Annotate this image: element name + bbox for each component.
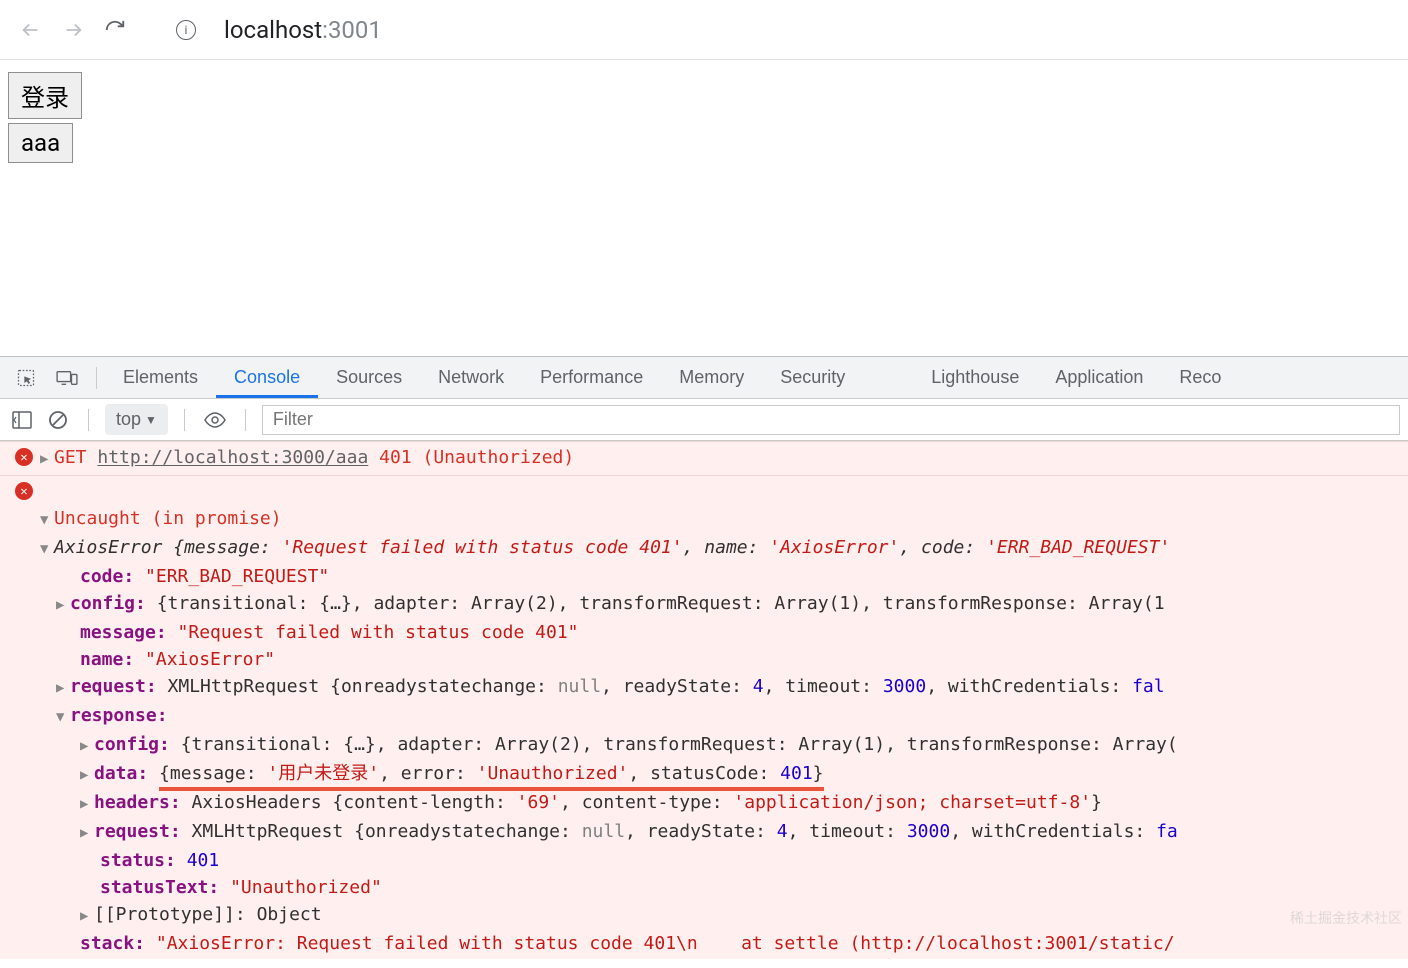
live-expression-icon[interactable] xyxy=(201,406,229,434)
http-method: GET xyxy=(54,447,87,468)
http-url[interactable]: http://localhost:3000/aaa xyxy=(97,447,368,468)
expand-icon[interactable]: ▶ xyxy=(80,733,92,760)
expand-icon[interactable]: ▶ xyxy=(80,791,92,818)
prop-key: message: xyxy=(80,622,167,643)
inspect-icon[interactable] xyxy=(6,368,46,388)
filter-input[interactable] xyxy=(262,405,1400,435)
aaa-button[interactable]: aaa xyxy=(8,123,73,163)
prop-value: AxiosHeaders {content-length: '69', cont… xyxy=(192,792,1102,813)
console-output: ✕ ▶GET http://localhost:3000/aaa 401 (Un… xyxy=(0,441,1408,968)
prop-key: status: xyxy=(100,850,176,871)
devtools-tabs: Elements Console Sources Network Perform… xyxy=(0,357,1408,399)
tab-performance[interactable]: Performance xyxy=(522,357,661,398)
tab-console[interactable]: Console xyxy=(216,357,318,398)
prop-key: code: xyxy=(80,566,134,587)
prop-value: {transitional: {…}, adapter: Array(2), t… xyxy=(157,593,1165,614)
prop-value: "Request failed with status code 401" xyxy=(178,622,579,643)
prop-value: XMLHttpRequest {onreadystatechange: null… xyxy=(168,676,1165,697)
prop-key: config: xyxy=(70,593,146,614)
prop-value: Object xyxy=(257,904,322,925)
prop-value: "Unauthorized" xyxy=(230,877,382,898)
tab-network[interactable]: Network xyxy=(420,357,522,398)
tab-application[interactable]: Application xyxy=(1037,357,1161,398)
prop-value: XMLHttpRequest {onreadystatechange: null… xyxy=(192,821,1178,842)
tab-sources[interactable]: Sources xyxy=(318,357,420,398)
prop-value: {transitional: {…}, adapter: Array(2), t… xyxy=(181,734,1178,755)
reload-button[interactable] xyxy=(104,19,126,41)
collapse-icon[interactable]: ▼ xyxy=(40,507,52,534)
url-host: localhost xyxy=(224,16,322,44)
sidebar-toggle-icon[interactable] xyxy=(8,406,36,434)
tab-memory[interactable]: Memory xyxy=(661,357,762,398)
tab-recorder[interactable]: Reco xyxy=(1161,357,1239,398)
browser-toolbar: i localhost:3001 xyxy=(0,0,1408,60)
clear-console-icon[interactable] xyxy=(44,406,72,434)
error-icon: ✕ xyxy=(15,482,33,500)
axios-error-summary: AxiosError {message: 'Request failed wit… xyxy=(54,537,1170,558)
separator xyxy=(96,367,97,389)
prop-key: data: xyxy=(94,763,148,784)
console-toolbar: top ▼ xyxy=(0,399,1408,441)
prop-key: config: xyxy=(94,734,170,755)
context-selector[interactable]: top ▼ xyxy=(105,404,168,435)
prop-key: statusText: xyxy=(100,877,219,898)
url-port: :3001 xyxy=(322,16,382,44)
collapse-icon[interactable]: ▼ xyxy=(40,536,52,563)
address-bar[interactable]: localhost:3001 xyxy=(224,16,382,44)
expand-icon[interactable]: ▶ xyxy=(56,675,68,702)
tab-security[interactable]: Security xyxy=(762,357,863,398)
watermark: 稀土掘金技术社区 xyxy=(1290,908,1402,928)
prop-key: stack: xyxy=(80,933,145,954)
console-error-row[interactable]: ✕ ▼Uncaught (in promise) ▼AxiosError {me… xyxy=(0,475,1408,959)
separator xyxy=(88,409,89,431)
device-toggle-icon[interactable] xyxy=(46,369,88,387)
prop-value: 401 xyxy=(187,850,220,871)
login-button[interactable]: 登录 xyxy=(8,72,82,119)
error-icon: ✕ xyxy=(15,448,33,466)
expand-icon[interactable]: ▶ xyxy=(80,903,92,930)
expand-icon[interactable]: ▶ xyxy=(80,820,92,847)
page-content: 登录 aaa xyxy=(0,60,1408,179)
prop-key: headers: xyxy=(94,792,181,813)
prop-key: response: xyxy=(70,705,168,726)
prop-value: "AxiosError" xyxy=(145,649,275,670)
separator xyxy=(245,409,246,431)
tab-lighthouse[interactable]: Lighthouse xyxy=(913,357,1037,398)
devtools-panel: Elements Console Sources Network Perform… xyxy=(0,356,1408,968)
prop-value: "ERR_BAD_REQUEST" xyxy=(145,566,329,587)
tab-elements[interactable]: Elements xyxy=(105,357,216,398)
chevron-down-icon: ▼ xyxy=(145,413,157,427)
expand-icon[interactable]: ▶ xyxy=(80,762,92,789)
site-info-icon[interactable]: i xyxy=(176,20,196,40)
separator xyxy=(184,409,185,431)
prop-key: request: xyxy=(70,676,157,697)
highlighted-data: {message: '用户未登录', error: 'Unauthorized'… xyxy=(159,760,823,791)
context-label: top xyxy=(116,409,141,430)
forward-button[interactable] xyxy=(62,19,84,41)
expand-icon[interactable]: ▶ xyxy=(40,446,52,473)
uncaught-label: Uncaught (in promise) xyxy=(54,508,282,529)
expand-icon[interactable]: ▶ xyxy=(56,592,68,619)
http-status: 401 (Unauthorized) xyxy=(379,447,574,468)
prop-key: request: xyxy=(94,821,181,842)
prop-value: "AxiosError: Request failed with status … xyxy=(156,933,1175,954)
prop-key: name: xyxy=(80,649,134,670)
collapse-icon[interactable]: ▼ xyxy=(56,704,68,731)
prop-key: [[Prototype]]: xyxy=(94,904,246,925)
console-error-row[interactable]: ✕ ▶GET http://localhost:3000/aaa 401 (Un… xyxy=(0,441,1408,475)
back-button[interactable] xyxy=(20,19,42,41)
